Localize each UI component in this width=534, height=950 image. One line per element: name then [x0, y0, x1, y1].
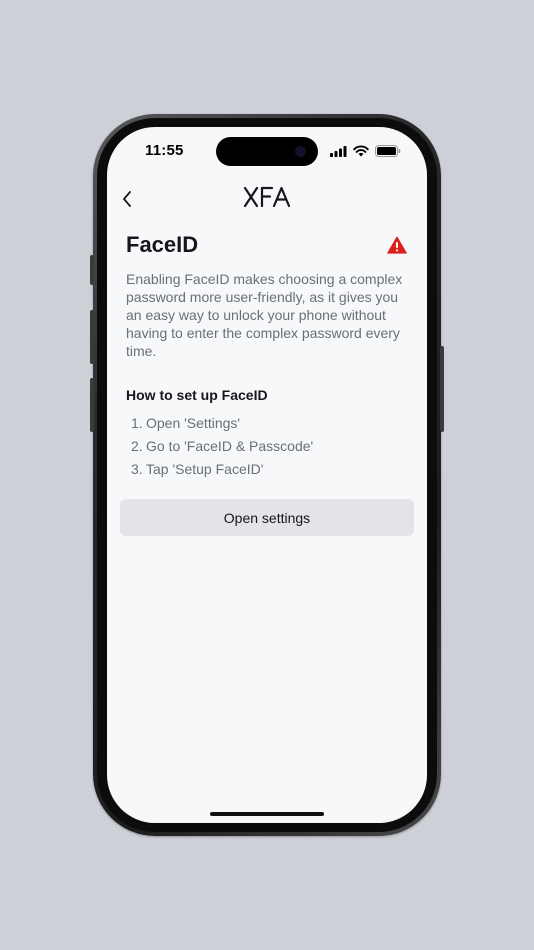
status-time: 11:55: [145, 142, 184, 159]
camera-icon: [295, 146, 306, 157]
step-number: 3.: [131, 461, 143, 477]
signal-icon: [330, 145, 347, 157]
volume-down-button: [90, 378, 94, 432]
battery-icon: [375, 145, 401, 157]
description-text: Enabling FaceID makes choosing a complex…: [126, 271, 403, 359]
step-text: Go to 'FaceID & Passcode': [146, 438, 314, 454]
volume-up-button: [90, 310, 94, 364]
howto-heading: How to set up FaceID: [126, 387, 268, 403]
home-indicator[interactable]: [210, 812, 324, 816]
setup-steps-list: 1. Open 'Settings' 2. Go to 'FaceID & Pa…: [131, 413, 313, 482]
open-settings-button[interactable]: Open settings: [120, 499, 414, 536]
step-item: 3. Tap 'Setup FaceID': [131, 459, 313, 482]
step-text: Tap 'Setup FaceID': [146, 461, 264, 477]
dynamic-island: [216, 137, 318, 166]
step-number: 1.: [131, 415, 143, 431]
phone-screen: 11:55 FaceID Enabling FaceID makes choos…: [107, 127, 427, 823]
power-button: [440, 346, 444, 432]
step-item: 2. Go to 'FaceID & Passcode': [131, 436, 313, 459]
warning-triangle-icon: [387, 236, 407, 254]
step-text: Open 'Settings': [146, 415, 241, 431]
page-title: FaceID: [126, 232, 199, 257]
action-button: [90, 255, 94, 285]
back-button[interactable]: [115, 187, 139, 211]
status-icons: [330, 144, 401, 158]
step-item: 1. Open 'Settings': [131, 413, 313, 436]
step-number: 2.: [131, 438, 143, 454]
xfa-logo: [243, 186, 291, 208]
chevron-left-icon: [123, 191, 131, 207]
wifi-icon: [353, 145, 369, 157]
